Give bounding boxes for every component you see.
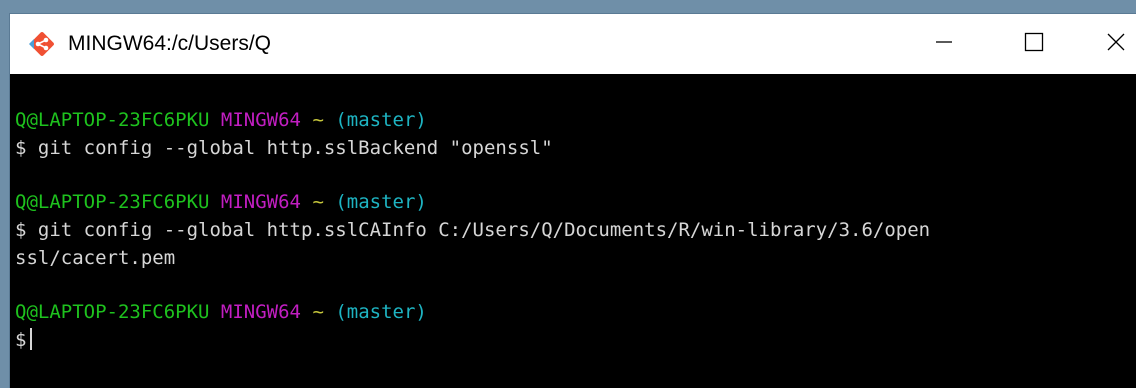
prompt-system: MINGW64 <box>220 191 301 213</box>
minimize-button[interactable] <box>916 14 972 74</box>
input-line[interactable]: $ <box>10 326 1136 354</box>
text-cursor <box>30 328 33 350</box>
maximize-icon <box>1023 31 1045 58</box>
command-line-continuation: ssl/cacert.pem <box>15 247 176 269</box>
prompt-system: MINGW64 <box>220 109 301 131</box>
git-icon <box>29 31 55 57</box>
close-button[interactable] <box>1096 14 1136 74</box>
prompt-user-host: Q@LAPTOP-23FC6PKU <box>15 109 210 131</box>
maximize-button[interactable] <box>1006 14 1062 74</box>
prompt-line: Q@LAPTOP-23FC6PKU MINGW64 ~ (master) <box>10 298 1136 326</box>
prompt-branch: (master) <box>335 301 427 323</box>
prompt-line: Q@LAPTOP-23FC6PKU MINGW64 ~ (master) <box>10 188 1136 216</box>
prompt-symbol: $ <box>15 329 27 351</box>
prompt-path: ~ <box>312 301 324 323</box>
command-line: $ git config --global http.sslCAInfo C:/… <box>15 219 931 241</box>
close-icon <box>1105 31 1127 58</box>
title-bar[interactable]: MINGW64:/c/Users/Q <box>10 14 1136 74</box>
window-title: MINGW64:/c/Users/Q <box>68 32 272 55</box>
prompt-user-host: Q@LAPTOP-23FC6PKU <box>15 301 210 323</box>
prompt-system: MINGW64 <box>220 301 301 323</box>
minimize-icon <box>934 32 954 57</box>
command-line: $ git config --global http.sslBackend "o… <box>15 137 553 159</box>
prompt-path: ~ <box>312 109 324 131</box>
terminal-output[interactable]: Q@LAPTOP-23FC6PKU MINGW64 ~ (master) $ g… <box>10 74 1136 388</box>
terminal-window: MINGW64:/c/Users/Q Q@LAPTOP-23FC6PKU MIN… <box>10 14 1136 388</box>
prompt-branch: (master) <box>335 109 427 131</box>
prompt-user-host: Q@LAPTOP-23FC6PKU <box>15 191 210 213</box>
prompt-path: ~ <box>312 191 324 213</box>
prompt-branch: (master) <box>335 191 427 213</box>
prompt-line: Q@LAPTOP-23FC6PKU MINGW64 ~ (master) <box>10 106 1136 134</box>
